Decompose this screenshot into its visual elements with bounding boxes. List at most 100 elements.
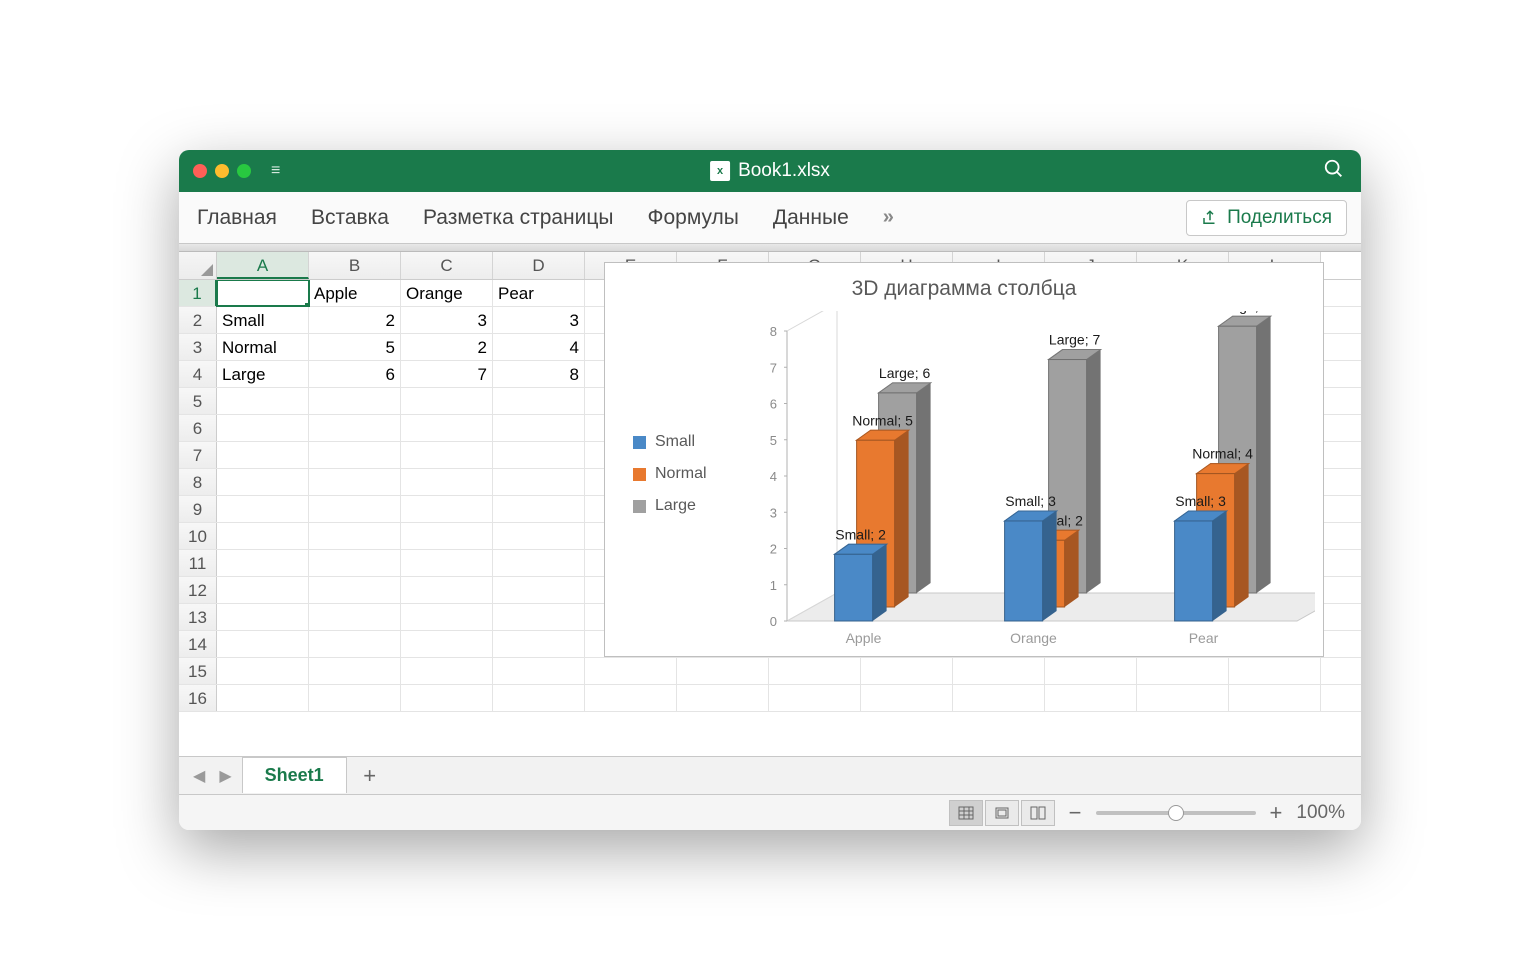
row-header[interactable]: 8 (179, 469, 217, 495)
cell-c4[interactable]: 7 (401, 361, 493, 387)
cell-l16[interactable] (1229, 685, 1321, 711)
tab-page-layout[interactable]: Разметка страницы (423, 206, 614, 230)
cell-a8[interactable] (217, 469, 309, 495)
cell-c1[interactable]: Orange (401, 280, 493, 306)
cell-b8[interactable] (309, 469, 401, 495)
cell-d2[interactable]: 3 (493, 307, 585, 333)
zoom-slider-thumb[interactable] (1168, 805, 1184, 821)
cell-d3[interactable]: 4 (493, 334, 585, 360)
zoom-level[interactable]: 100% (1296, 802, 1345, 824)
zoom-slider[interactable] (1096, 811, 1256, 815)
sheet-tab-active[interactable]: Sheet1 (242, 757, 347, 793)
share-button[interactable]: Поделиться (1186, 200, 1347, 236)
row-header[interactable]: 6 (179, 415, 217, 441)
maximize-window-button[interactable] (237, 164, 251, 178)
cell-c8[interactable] (401, 469, 493, 495)
cell-c13[interactable] (401, 604, 493, 630)
cell-c5[interactable] (401, 388, 493, 414)
cell-c15[interactable] (401, 658, 493, 684)
zoom-out-button[interactable]: − (1069, 800, 1082, 826)
cell-d12[interactable] (493, 577, 585, 603)
cell-h15[interactable] (861, 658, 953, 684)
cell-a1[interactable] (217, 280, 309, 306)
ribbon-more-button[interactable]: » (883, 206, 894, 229)
cell-a12[interactable] (217, 577, 309, 603)
cell-a13[interactable] (217, 604, 309, 630)
column-header-d[interactable]: D (493, 252, 585, 279)
cell-j16[interactable] (1045, 685, 1137, 711)
row-header[interactable]: 11 (179, 550, 217, 576)
column-header-c[interactable]: C (401, 252, 493, 279)
cell-c12[interactable] (401, 577, 493, 603)
minimize-window-button[interactable] (215, 164, 229, 178)
row-header[interactable]: 14 (179, 631, 217, 657)
cell-b14[interactable] (309, 631, 401, 657)
cell-e16[interactable] (585, 685, 677, 711)
cell-l15[interactable] (1229, 658, 1321, 684)
row-header[interactable]: 9 (179, 496, 217, 522)
cell-d11[interactable] (493, 550, 585, 576)
row-header[interactable]: 7 (179, 442, 217, 468)
cell-a5[interactable] (217, 388, 309, 414)
cell-d10[interactable] (493, 523, 585, 549)
cell-c11[interactable] (401, 550, 493, 576)
cell-d1[interactable]: Pear (493, 280, 585, 306)
tab-home[interactable]: Главная (197, 206, 277, 230)
cell-b16[interactable] (309, 685, 401, 711)
cell-i15[interactable] (953, 658, 1045, 684)
cell-k16[interactable] (1137, 685, 1229, 711)
select-all-corner[interactable] (179, 252, 217, 279)
cell-h16[interactable] (861, 685, 953, 711)
ribbon-collapse-bar[interactable] (179, 244, 1361, 252)
cell-k15[interactable] (1137, 658, 1229, 684)
cell-b4[interactable]: 6 (309, 361, 401, 387)
row-header[interactable]: 5 (179, 388, 217, 414)
cell-b11[interactable] (309, 550, 401, 576)
cell-f16[interactable] (677, 685, 769, 711)
column-header-b[interactable]: B (309, 252, 401, 279)
cell-d4[interactable]: 8 (493, 361, 585, 387)
cell-b7[interactable] (309, 442, 401, 468)
cell-d7[interactable] (493, 442, 585, 468)
cell-e15[interactable] (585, 658, 677, 684)
cell-a4[interactable]: Large (217, 361, 309, 387)
row-header[interactable]: 4 (179, 361, 217, 387)
cell-a14[interactable] (217, 631, 309, 657)
sheet-nav-prev[interactable]: ◀ (189, 766, 209, 786)
row-header[interactable]: 1 (179, 280, 217, 306)
cell-b10[interactable] (309, 523, 401, 549)
cell-d6[interactable] (493, 415, 585, 441)
cell-g15[interactable] (769, 658, 861, 684)
view-page-layout-button[interactable] (985, 800, 1019, 826)
sheet-nav-next[interactable]: ▶ (215, 766, 235, 786)
cell-b12[interactable] (309, 577, 401, 603)
cell-g16[interactable] (769, 685, 861, 711)
cell-a10[interactable] (217, 523, 309, 549)
cell-b5[interactable] (309, 388, 401, 414)
cell-b13[interactable] (309, 604, 401, 630)
cell-c14[interactable] (401, 631, 493, 657)
tab-insert[interactable]: Вставка (311, 206, 389, 230)
cell-c9[interactable] (401, 496, 493, 522)
cell-a15[interactable] (217, 658, 309, 684)
add-sheet-button[interactable]: + (353, 761, 387, 791)
cell-c6[interactable] (401, 415, 493, 441)
cell-d5[interactable] (493, 388, 585, 414)
cell-c16[interactable] (401, 685, 493, 711)
row-header[interactable]: 10 (179, 523, 217, 549)
view-page-break-button[interactable] (1021, 800, 1055, 826)
row-header[interactable]: 2 (179, 307, 217, 333)
column-header-a[interactable]: A (217, 252, 309, 279)
cell-c7[interactable] (401, 442, 493, 468)
cell-a3[interactable]: Normal (217, 334, 309, 360)
cell-a9[interactable] (217, 496, 309, 522)
cell-a11[interactable] (217, 550, 309, 576)
cell-d8[interactable] (493, 469, 585, 495)
cell-a7[interactable] (217, 442, 309, 468)
cell-c3[interactable]: 2 (401, 334, 493, 360)
row-header[interactable]: 12 (179, 577, 217, 603)
row-header[interactable]: 15 (179, 658, 217, 684)
row-header[interactable]: 3 (179, 334, 217, 360)
quick-access-toggle[interactable]: ≡ (271, 162, 280, 180)
cell-b1[interactable]: Apple (309, 280, 401, 306)
